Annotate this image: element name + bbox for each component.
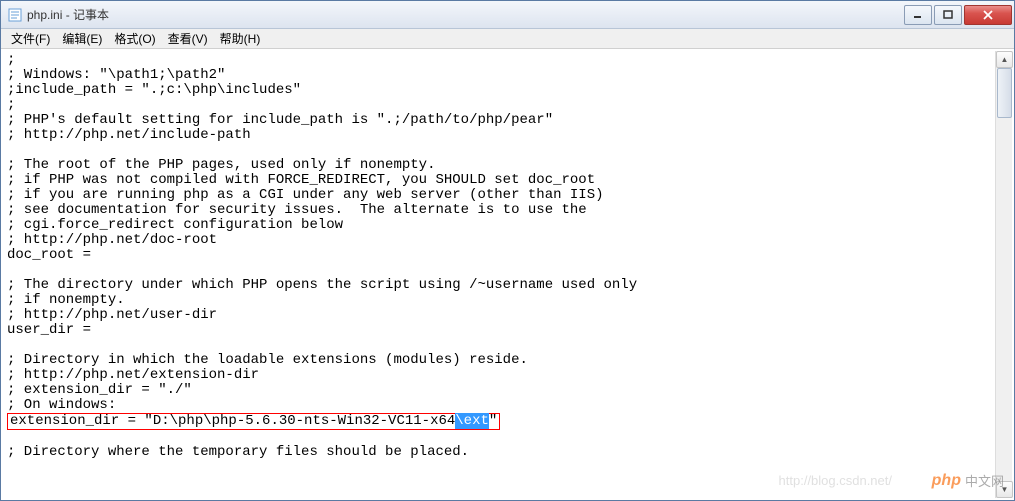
minimize-button[interactable] — [904, 5, 932, 25]
watermark-brand-prefix: php — [932, 472, 961, 490]
menu-file[interactable]: 文件(F) — [5, 28, 56, 49]
highlighted-line: extension_dir = "D:\php\php-5.6.30-nts-W… — [7, 413, 500, 430]
menu-help[interactable]: 帮助(H) — [214, 28, 267, 49]
vertical-scrollbar[interactable]: ▲ ▼ — [995, 51, 1012, 498]
menu-view[interactable]: 查看(V) — [162, 28, 214, 49]
menu-edit[interactable]: 编辑(E) — [56, 28, 108, 49]
menu-format[interactable]: 格式(O) — [108, 28, 161, 49]
watermark-url: http://blog.csdn.net/ — [779, 473, 892, 488]
close-button[interactable] — [964, 5, 1012, 25]
notepad-icon — [7, 7, 23, 23]
watermark-brand-suffix: 中文网 — [965, 471, 1004, 490]
text-content[interactable]: ; ; Windows: "\path1;\path2" ;include_pa… — [3, 51, 995, 498]
titlebar[interactable]: php.ini - 记事本 — [1, 1, 1014, 29]
window-controls — [902, 5, 1012, 25]
notepad-window: php.ini - 记事本 文件(F) 编辑(E) 格式(O) 查看(V) 帮助… — [0, 0, 1015, 501]
maximize-button[interactable] — [934, 5, 962, 25]
window-title: php.ini - 记事本 — [27, 6, 902, 23]
selected-text: \ext — [455, 413, 489, 429]
menubar: 文件(F) 编辑(E) 格式(O) 查看(V) 帮助(H) — [1, 29, 1014, 49]
scroll-thumb[interactable] — [997, 68, 1012, 118]
watermark-logo: php 中文网 — [932, 471, 1004, 490]
editor-area: ; ; Windows: "\path1;\path2" ;include_pa… — [1, 49, 1014, 500]
scroll-up-icon[interactable]: ▲ — [996, 51, 1013, 68]
